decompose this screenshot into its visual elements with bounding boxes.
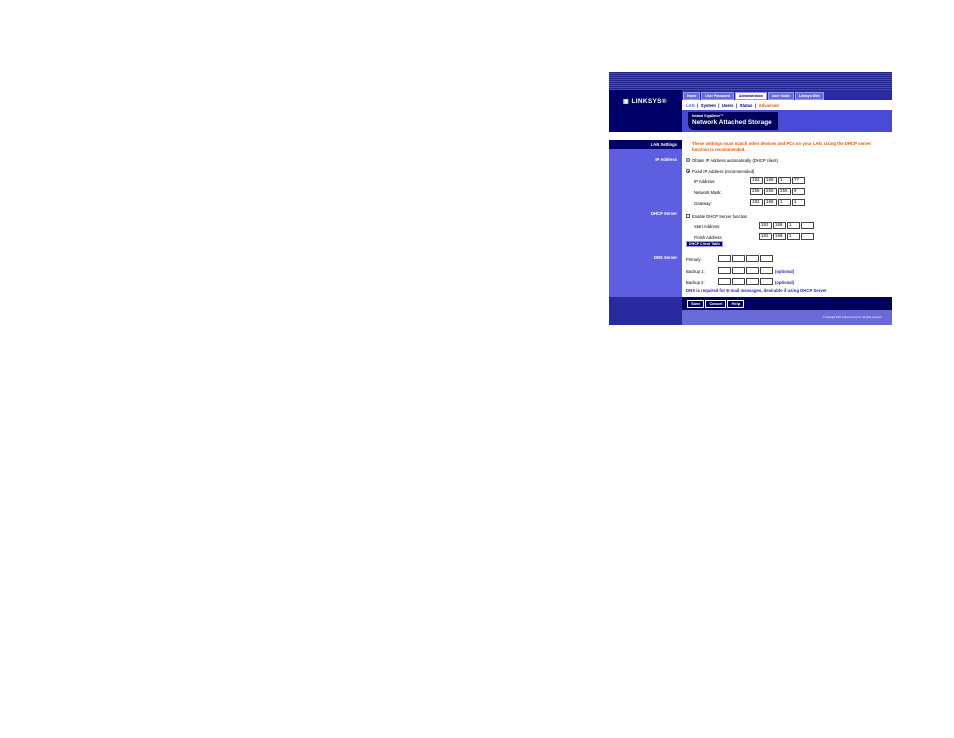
dns-backup1-optional: (optional) bbox=[775, 269, 795, 274]
subnav-separator: | bbox=[736, 102, 738, 108]
dns-backup1-octet-1[interactable] bbox=[718, 267, 731, 274]
network-mask-label: Network Mask: bbox=[694, 190, 722, 195]
start-address-label: Start Address: bbox=[694, 224, 721, 229]
gateway-octet-3[interactable]: 1 bbox=[778, 199, 791, 206]
tab-user-password[interactable]: User Password bbox=[701, 92, 734, 100]
product-title: Network Attached Storage bbox=[692, 119, 772, 126]
gateway-octet-1[interactable]: 192 bbox=[750, 199, 763, 206]
dhcp-client-table-button[interactable]: DHCP Client Table bbox=[686, 241, 724, 247]
gateway-octet-4[interactable]: 1 bbox=[792, 199, 805, 206]
dns-backup2-label: Backup 2: bbox=[686, 280, 705, 285]
action-bar: Save Cancel Help bbox=[682, 297, 892, 310]
sub-navigation: LAN | System | Users | Status | Advanced bbox=[682, 100, 892, 110]
ip-octet-3[interactable]: 1 bbox=[778, 177, 791, 184]
help-button[interactable]: Help bbox=[727, 299, 745, 308]
dns-backup2-octet-3[interactable] bbox=[746, 278, 759, 285]
dns-backup2-octet-4[interactable] bbox=[760, 278, 773, 285]
header-bar: ▣ LINKSYS® Home User Password Administra… bbox=[609, 72, 892, 132]
dns-backup1-octet-4[interactable] bbox=[760, 267, 773, 274]
ip-octet-2[interactable]: 168 bbox=[764, 177, 777, 184]
header-stripes bbox=[609, 72, 892, 90]
dns-primary-octet-3[interactable] bbox=[746, 255, 759, 262]
obtain-ip-label: Obtain IP Address automatically (DHCP cl… bbox=[692, 157, 778, 163]
subnav-system[interactable]: System bbox=[701, 103, 716, 108]
mask-octet-1[interactable]: 255 bbox=[750, 188, 763, 195]
gateway-octet-2[interactable]: 168 bbox=[764, 199, 777, 206]
mask-octet-4[interactable]: 0 bbox=[792, 188, 805, 195]
tab-user-guide[interactable]: User Guide bbox=[767, 92, 794, 100]
dns-server-section-label: DNS Server bbox=[653, 255, 677, 260]
finish-address-label: Finish Address: bbox=[694, 235, 723, 240]
fixed-ip-radio[interactable] bbox=[686, 169, 690, 173]
ip-octet-1[interactable]: 192 bbox=[750, 177, 763, 184]
dns-backup2-octet-2[interactable] bbox=[732, 278, 745, 285]
finish-octet-3[interactable]: 1 bbox=[787, 233, 800, 240]
start-octet-2[interactable]: 168 bbox=[773, 222, 786, 229]
subnav-status[interactable]: Status bbox=[740, 103, 753, 108]
fixed-ip-label: Fixed IP Address (recommended) bbox=[692, 168, 755, 174]
main-tabs: Home User Password Administration User G… bbox=[682, 92, 824, 100]
gateway-label: Gateway: bbox=[694, 201, 712, 206]
save-button[interactable]: Save bbox=[687, 299, 705, 308]
copyright-text: © Copyright 2001 Linksys Group Inc. All … bbox=[822, 316, 882, 319]
tab-administration[interactable]: Administration bbox=[734, 92, 767, 100]
start-octet-3[interactable]: 1 bbox=[787, 222, 800, 229]
dns-backup2-octet-1[interactable] bbox=[718, 278, 731, 285]
obtain-ip-radio[interactable] bbox=[686, 158, 690, 162]
dns-primary-octet-1[interactable] bbox=[718, 255, 731, 262]
logo-registered: ® bbox=[661, 98, 667, 105]
subnav-separator: | bbox=[697, 102, 699, 108]
product-subtitle: Instant GigaDrive™ bbox=[692, 114, 724, 118]
footer-left bbox=[609, 297, 682, 325]
dns-backup2-optional: (optional) bbox=[775, 280, 795, 285]
subnav-advanced[interactable]: Advanced bbox=[759, 103, 779, 108]
dns-backup1-octet-3[interactable] bbox=[746, 267, 759, 274]
finish-octet-2[interactable]: 168 bbox=[773, 233, 786, 240]
lan-settings-heading: LAN Settings bbox=[609, 140, 682, 149]
mask-octet-3[interactable]: 255 bbox=[778, 188, 791, 195]
cancel-button[interactable]: Cancel bbox=[705, 299, 727, 308]
start-octet-1[interactable]: 192 bbox=[759, 222, 772, 229]
product-title-box: Instant GigaDrive™ Network Attached Stor… bbox=[688, 112, 778, 130]
lan-settings-form: These settings must match other devices … bbox=[682, 140, 892, 297]
dns-primary-octet-2[interactable] bbox=[732, 255, 745, 262]
logo-mark-icon: ▣ bbox=[623, 99, 631, 105]
logo-area bbox=[609, 90, 682, 132]
dhcp-server-section-label: DHCP Server bbox=[651, 211, 677, 216]
left-label-column bbox=[609, 140, 682, 297]
start-octet-4[interactable] bbox=[801, 222, 814, 229]
dns-backup1-octet-2[interactable] bbox=[732, 267, 745, 274]
tab-home[interactable]: Home bbox=[683, 92, 701, 100]
finish-octet-4[interactable] bbox=[801, 233, 814, 240]
dns-backup1-label: Backup 1: bbox=[686, 269, 705, 274]
tab-linksys-web[interactable]: Linksys Web bbox=[794, 92, 824, 100]
product-banner: Instant GigaDrive™ Network Attached Stor… bbox=[682, 110, 892, 132]
ip-address-section-label: IP Address bbox=[655, 157, 677, 162]
linksys-logo: ▣ LINKSYS® bbox=[623, 98, 667, 105]
dns-primary-octet-4[interactable] bbox=[760, 255, 773, 262]
subnav-separator: | bbox=[718, 102, 720, 108]
finish-octet-1[interactable]: 192 bbox=[759, 233, 772, 240]
spacer-band bbox=[609, 132, 892, 140]
mask-octet-2[interactable]: 255 bbox=[764, 188, 777, 195]
logo-text: LINKSYS bbox=[631, 98, 662, 105]
subnav-lan[interactable]: LAN bbox=[686, 103, 695, 108]
footer-copyright-bar: © Copyright 2001 Linksys Group Inc. All … bbox=[682, 310, 892, 325]
ip-address-label: IP Address: bbox=[694, 179, 716, 184]
subnav-separator: | bbox=[754, 102, 757, 108]
lan-settings-note: These settings must match other devices … bbox=[692, 141, 872, 152]
enable-dhcp-label: Enable DHCP Server function bbox=[692, 213, 748, 219]
dns-note: DNS is required for E-mail messages, des… bbox=[686, 288, 827, 293]
nas-admin-screenshot: ▣ LINKSYS® Home User Password Administra… bbox=[609, 72, 892, 325]
dns-primary-label: Primary: bbox=[686, 257, 702, 262]
subnav-users[interactable]: Users bbox=[722, 103, 734, 108]
ip-octet-4[interactable]: 77 bbox=[792, 177, 805, 184]
enable-dhcp-checkbox[interactable] bbox=[686, 214, 690, 218]
